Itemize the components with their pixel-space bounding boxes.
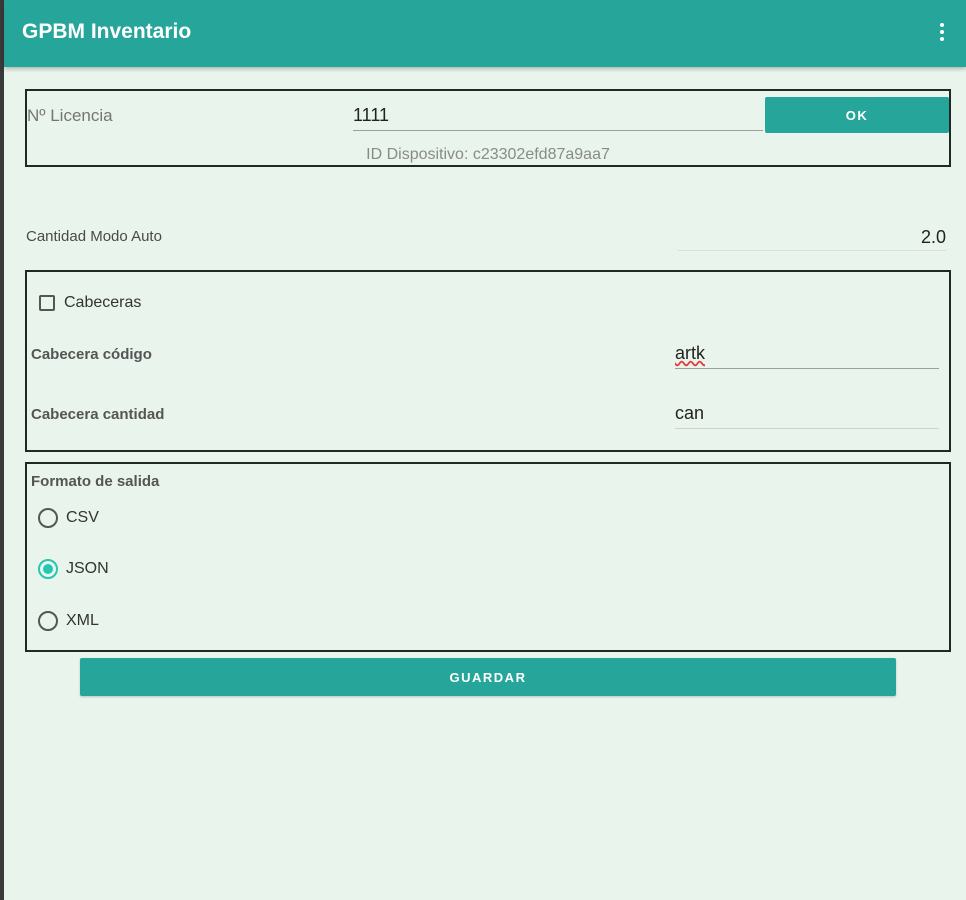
radio-xml-label[interactable]: XML	[66, 612, 99, 630]
header-code-value: artk	[675, 343, 706, 363]
header-code-label: Cabecera código	[31, 346, 152, 363]
header-code-input[interactable]: artk	[675, 340, 939, 369]
header-quantity-input[interactable]: can	[675, 400, 939, 429]
ok-button[interactable]: OK	[765, 97, 949, 133]
header-quantity-value: can	[675, 403, 705, 423]
radio-option-xml[interactable]: XML	[38, 611, 99, 631]
radio-option-csv[interactable]: CSV	[38, 508, 99, 528]
auto-quantity-input[interactable]	[678, 224, 946, 251]
auto-quantity-label: Cantidad Modo Auto	[26, 228, 162, 245]
radio-xml[interactable]	[38, 611, 58, 631]
license-panel: Nº Licencia OK ID Dispositivo: c23302efd…	[25, 89, 951, 167]
license-input[interactable]	[353, 100, 763, 131]
license-label: Nº Licencia	[27, 106, 113, 125]
headers-checkbox-label[interactable]: Cabeceras	[64, 294, 141, 312]
app-bar: GPBM Inventario	[4, 0, 966, 67]
output-format-panel: Formato de salida CSV JSON XML	[25, 462, 951, 652]
more-vert-icon[interactable]	[940, 23, 946, 43]
header-quantity-label: Cabecera cantidad	[31, 406, 165, 423]
save-button[interactable]: GUARDAR	[80, 658, 896, 696]
radio-json-label[interactable]: JSON	[66, 560, 109, 578]
window-left-edge	[0, 0, 4, 900]
app-title: GPBM Inventario	[22, 20, 192, 43]
radio-csv[interactable]	[38, 508, 58, 528]
headers-checkbox[interactable]	[39, 295, 55, 311]
headers-panel: Cabeceras Cabecera código artk Cabecera …	[25, 270, 951, 452]
headers-checkbox-row[interactable]: Cabeceras	[39, 294, 141, 312]
device-id-text: ID Dispositivo: c23302efd87a9aa7	[366, 146, 610, 163]
radio-json[interactable]	[38, 559, 58, 579]
radio-option-json[interactable]: JSON	[38, 559, 109, 579]
output-format-title: Formato de salida	[31, 473, 160, 490]
radio-csv-label[interactable]: CSV	[66, 509, 99, 527]
